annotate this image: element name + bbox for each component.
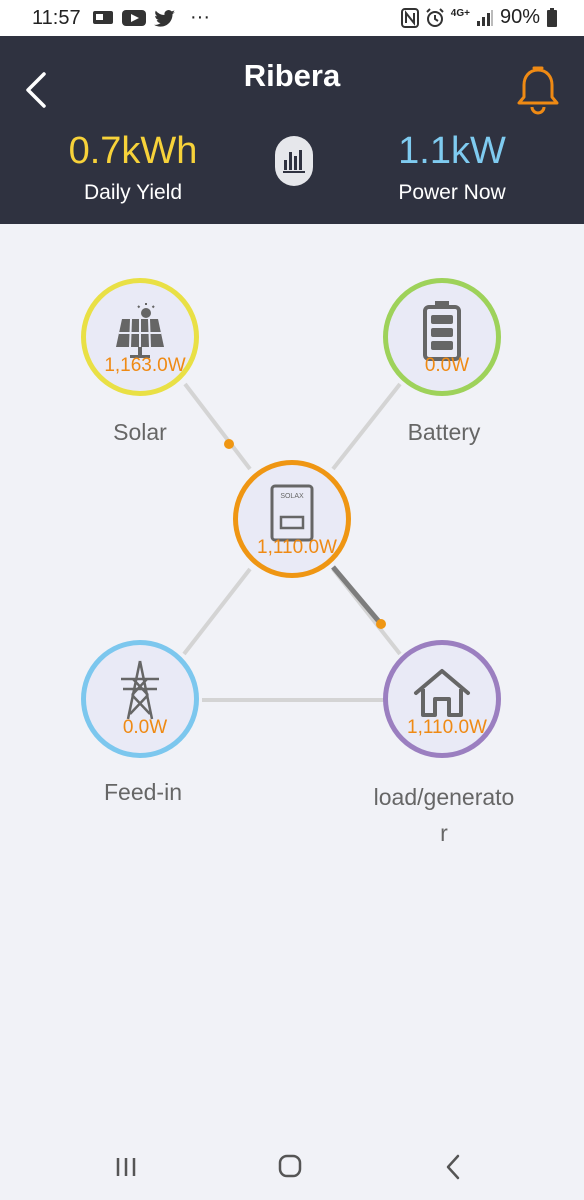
line-inverter-load-active: [331, 565, 383, 626]
solar-power: 1,163.0W: [104, 355, 186, 376]
twitter-icon: [154, 9, 175, 27]
inverter-node[interactable]: SOLAX 1,110.0W: [233, 460, 351, 578]
bar-chart-icon: [283, 150, 305, 173]
battery-label: Battery: [407, 419, 481, 445]
solar-panel-icon: [116, 303, 164, 358]
solar-label: Solar: [113, 419, 167, 445]
chart-button[interactable]: [275, 136, 313, 186]
battery-status-icon: [547, 7, 557, 27]
battery-node[interactable]: 0.0W: [383, 278, 501, 396]
battery-icon: [423, 301, 461, 361]
solar-node[interactable]: 1,163.0W: [81, 278, 199, 396]
power-tower-icon: [121, 660, 159, 720]
header: Ribera 0.7kWh Daily Yield 1.1kW Power No…: [0, 36, 584, 224]
feedin-power: 0.0W: [122, 717, 168, 738]
inverter-brand: SOLAX: [280, 493, 304, 500]
power-now-stat: 1.1kW Power Now: [352, 130, 552, 205]
status-time: 11:57: [32, 7, 81, 29]
battery-power: 0.0W: [424, 355, 470, 376]
nav-back-icon[interactable]: [434, 1150, 474, 1184]
more-notifications: ···: [190, 6, 210, 28]
recent-apps-icon[interactable]: [106, 1150, 146, 1184]
house-icon: [414, 669, 470, 717]
load-label-line2: r: [440, 820, 448, 846]
load-node[interactable]: 1,110.0W: [383, 640, 501, 758]
notification-icons: ···: [92, 6, 210, 29]
flow-dot-solar: [224, 439, 234, 449]
nfc-icon: [400, 7, 419, 28]
youtube-icon: [122, 9, 146, 26]
daily-yield-label: Daily Yield: [83, 181, 183, 204]
system-nav-bar: [0, 1134, 584, 1200]
line-feedin-inverter: [182, 567, 252, 656]
inverter-icon: SOLAX: [270, 484, 314, 542]
power-now-value: 1.1kW: [398, 130, 506, 172]
daily-yield-value: 0.7kWh: [68, 130, 198, 172]
home-icon[interactable]: [270, 1150, 310, 1184]
page-title: Ribera: [243, 58, 341, 93]
network-type: 4G+: [450, 8, 470, 19]
bell-icon[interactable]: [514, 66, 562, 116]
alarm-icon: [426, 7, 444, 27]
screen-icon: [93, 10, 113, 24]
feedin-label: Feed-in: [104, 779, 182, 805]
energy-flow-diagram: 1,163.0W Solar 0.0W Battery SOLAX 1,110.…: [0, 224, 584, 1134]
daily-yield-stat: 0.7kWh Daily Yield: [33, 130, 233, 205]
power-now-label: Power Now: [398, 181, 506, 204]
load-label-line1: load/generato: [373, 784, 515, 810]
battery-percent: 90%: [499, 6, 540, 28]
load-power: 1,110.0W: [407, 717, 487, 738]
signal-icon: [476, 9, 493, 26]
inverter-power: 1,110.0W: [257, 537, 337, 558]
status-bar: 11:57 ··· 4G+ 90%: [0, 0, 584, 36]
feedin-node[interactable]: 0.0W: [81, 640, 199, 758]
flow-dot-load: [376, 619, 386, 629]
status-right: 4G+ 90%: [400, 6, 558, 29]
load-label: load/generato r: [344, 779, 544, 851]
